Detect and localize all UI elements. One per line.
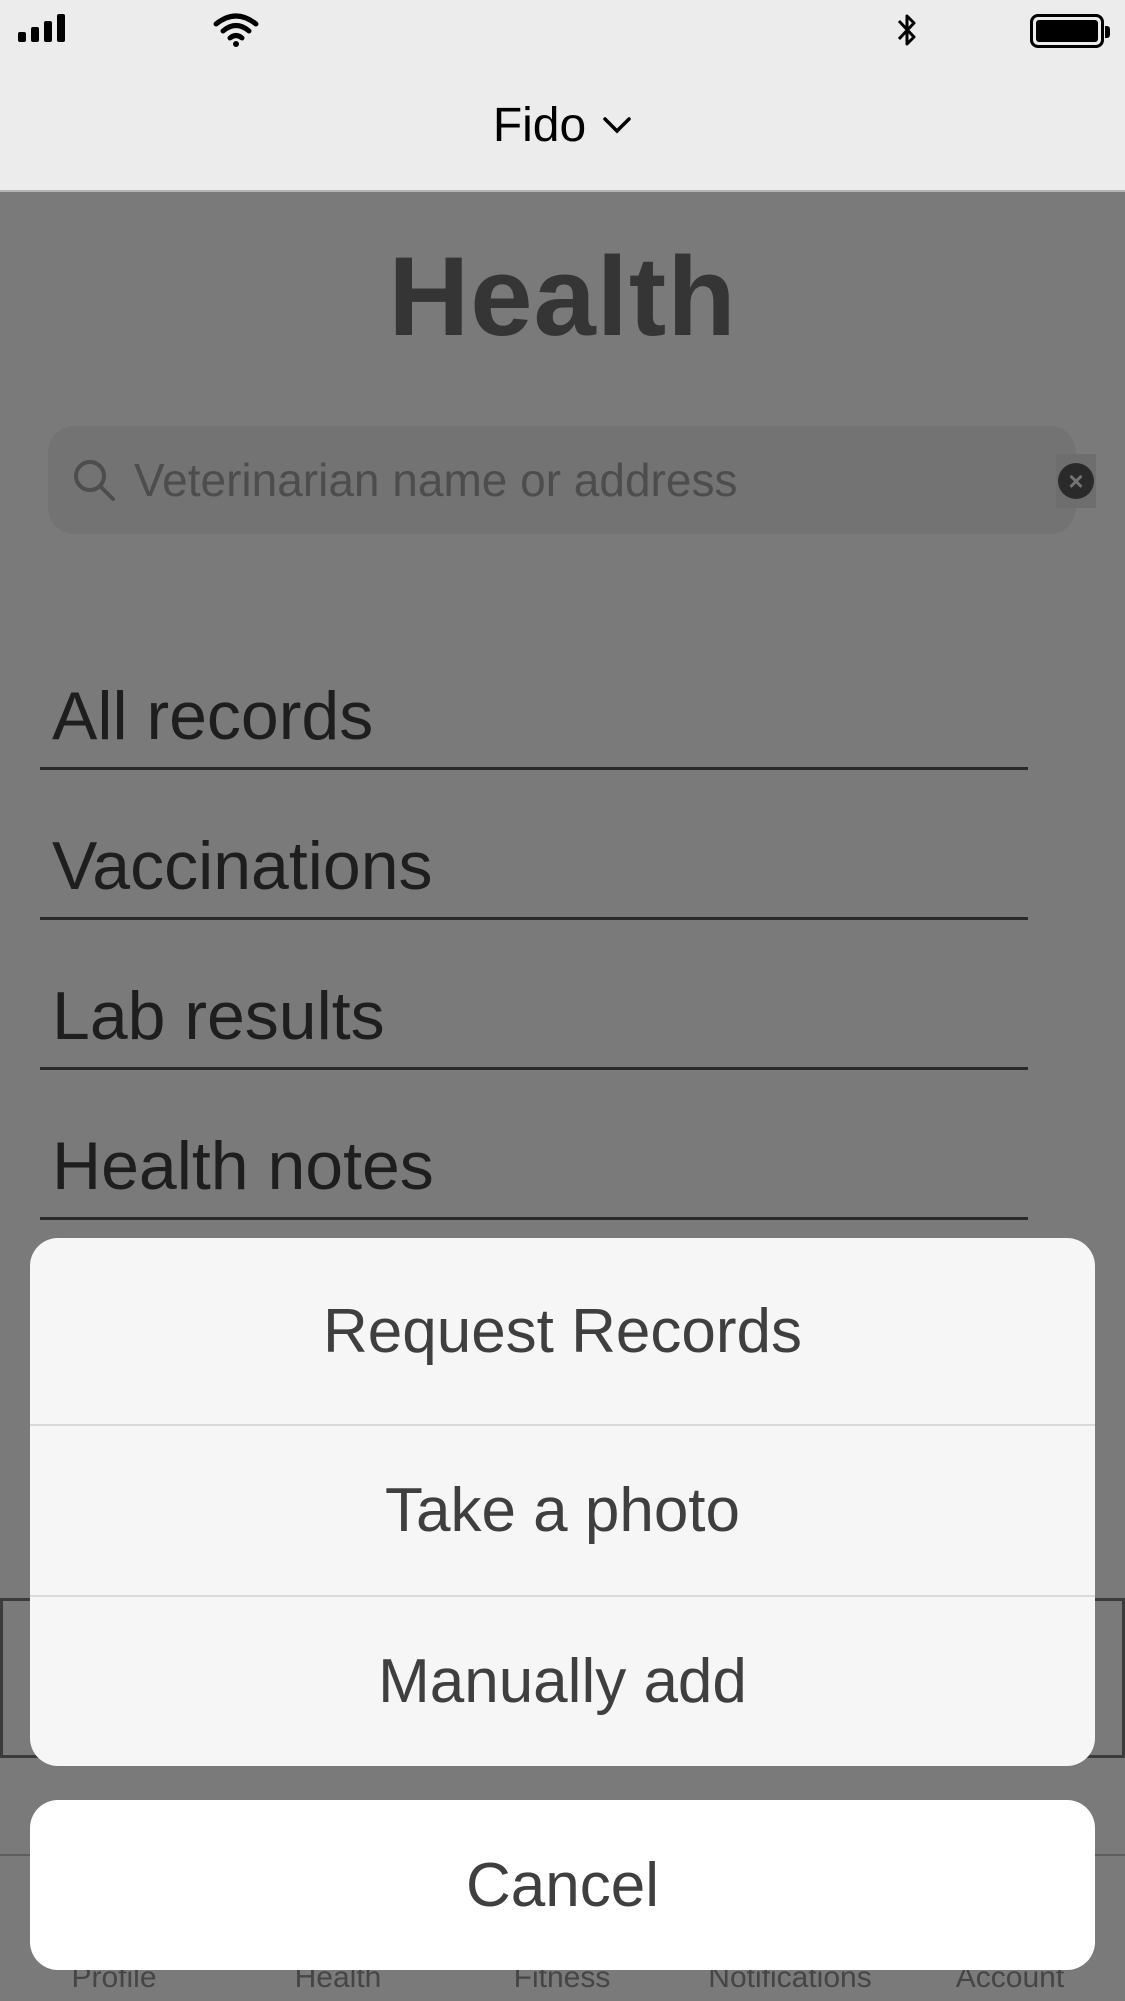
- add-record-action-sheet: Request Records Take a photo Manually ad…: [30, 1238, 1095, 1766]
- option-label: Manually add: [378, 1647, 747, 1716]
- cancel-label: Cancel: [466, 1850, 659, 1920]
- bluetooth-icon: [897, 14, 916, 46]
- status-bar: [0, 0, 1125, 60]
- battery-icon: [1030, 14, 1110, 48]
- pet-selector[interactable]: Fido: [493, 98, 632, 153]
- wifi-icon: [213, 13, 259, 47]
- cancel-button[interactable]: Cancel: [30, 1800, 1095, 1970]
- request-records-button[interactable]: Request Records: [30, 1238, 1095, 1424]
- cellular-signal-icon: [18, 14, 65, 42]
- option-label: Request Records: [322, 1296, 803, 1366]
- chevron-down-icon: [603, 117, 631, 134]
- pet-name: Fido: [492, 98, 587, 152]
- manually-add-button[interactable]: Manually add: [30, 1597, 1095, 1766]
- nav-header: Fido: [0, 60, 1125, 192]
- take-photo-button[interactable]: Take a photo: [30, 1426, 1095, 1595]
- option-label: Take a photo: [384, 1476, 741, 1545]
